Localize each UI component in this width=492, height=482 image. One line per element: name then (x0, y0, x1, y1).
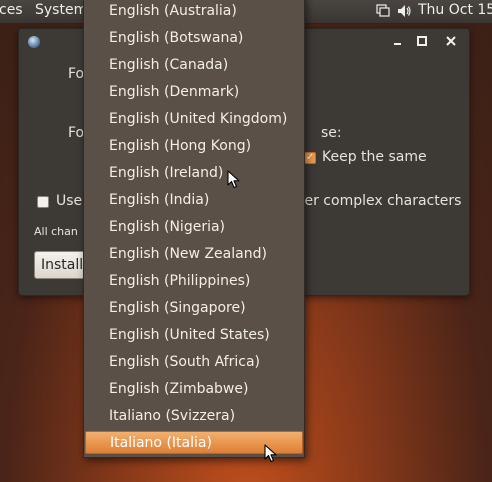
dropdown-item[interactable]: English (Botswana) (84, 25, 302, 52)
places-menu[interactable]: ces (0, 2, 23, 18)
use-label: Use (56, 193, 83, 209)
maximize-icon[interactable] (415, 34, 429, 48)
complex-characters-text: ter complex characters (299, 193, 462, 209)
window-list-icon[interactable] (375, 3, 391, 19)
close-icon[interactable] (444, 34, 458, 48)
system-menu[interactable]: System (35, 2, 87, 18)
dropdown-item[interactable]: English (Singapore) (84, 295, 302, 322)
clock[interactable]: Thu Oct 15, (418, 2, 492, 18)
language-dropdown-list[interactable]: English (Australia) English (Botswana) E… (83, 0, 305, 458)
dropdown-item[interactable]: Italiano (Svizzera) (84, 403, 302, 430)
all-changes-text: All chan (34, 225, 78, 238)
minimize-icon[interactable] (391, 34, 405, 48)
mouse-cursor-icon (264, 444, 277, 463)
mouse-cursor-icon (227, 170, 240, 189)
app-icon (28, 36, 40, 48)
dropdown-item[interactable]: English (Canada) (84, 52, 302, 79)
label-fo-2: Fo (68, 125, 85, 141)
label-fo-1: Fo (68, 66, 85, 82)
dropdown-item[interactable]: English (United States) (84, 322, 302, 349)
dropdown-item[interactable]: English (Australia) (84, 0, 302, 25)
label-se: se: (321, 125, 342, 141)
dropdown-item[interactable]: English (India) (84, 187, 302, 214)
dropdown-item[interactable]: English (Ireland) (84, 160, 302, 187)
use-checkbox[interactable] (37, 196, 49, 208)
keep-same-checkbox[interactable]: ✓ (304, 152, 316, 164)
dropdown-item[interactable]: English (New Zealand) (84, 241, 302, 268)
dropdown-item[interactable]: English (Hong Kong) (84, 133, 302, 160)
dropdown-item[interactable]: English (Denmark) (84, 79, 302, 106)
dropdown-item[interactable]: English (Zimbabwe) (84, 376, 302, 403)
dropdown-item[interactable]: English (United Kingdom) (84, 106, 302, 133)
dropdown-item[interactable]: English (Philippines) (84, 268, 302, 295)
volume-icon[interactable] (396, 3, 412, 19)
keep-same-label: Keep the same (322, 149, 427, 165)
dropdown-item[interactable]: English (Nigeria) (84, 214, 302, 241)
dropdown-item[interactable]: English (South Africa) (84, 349, 302, 376)
